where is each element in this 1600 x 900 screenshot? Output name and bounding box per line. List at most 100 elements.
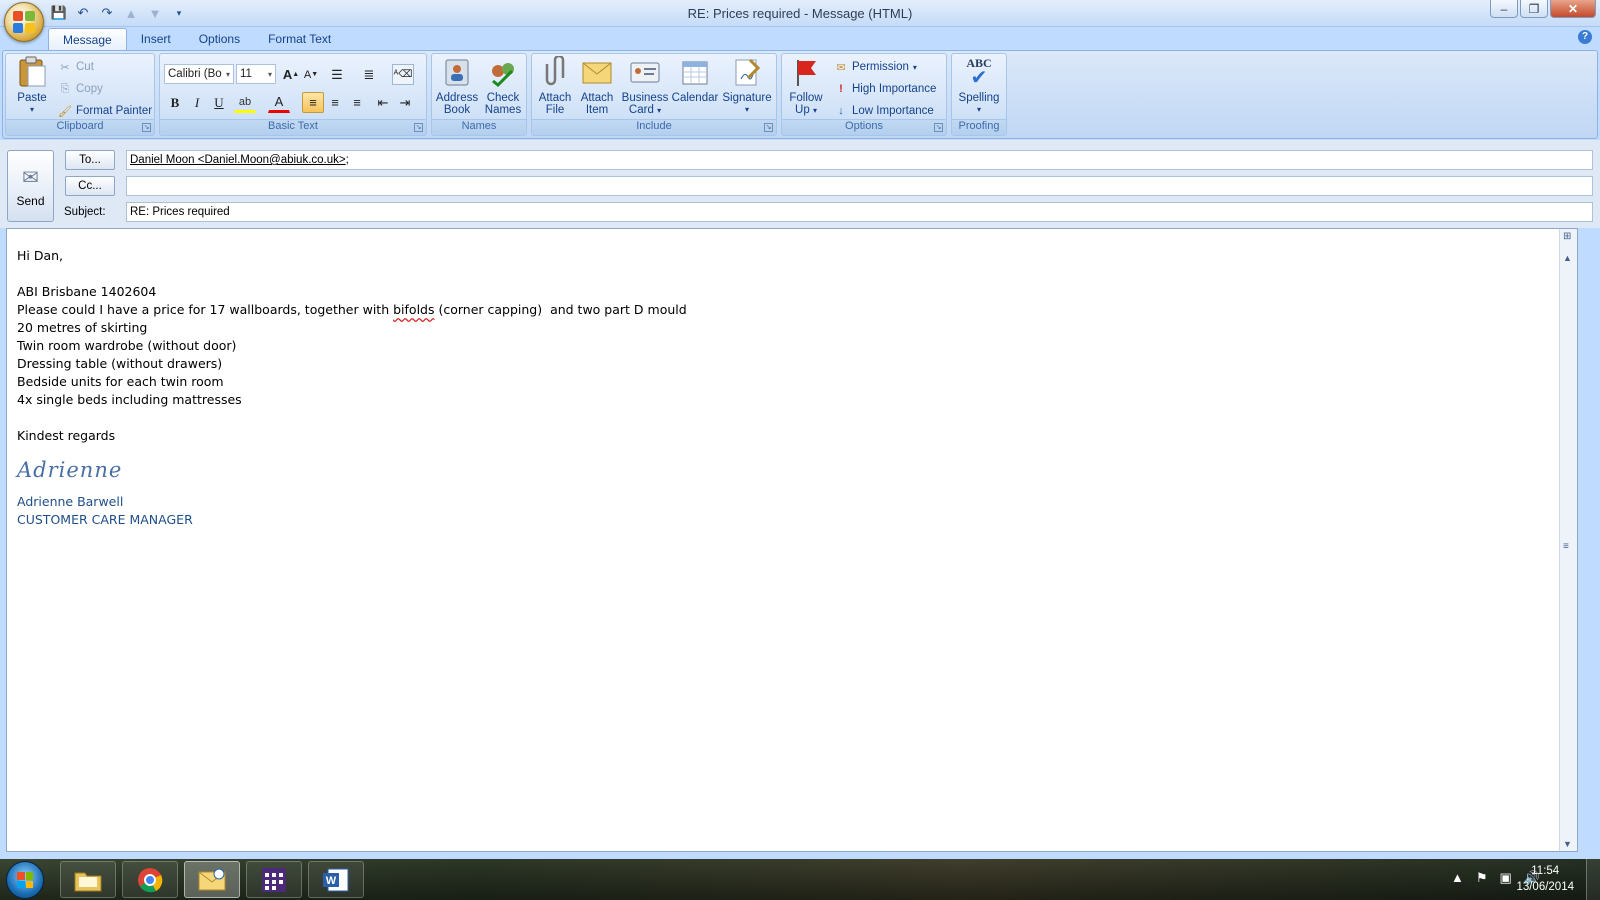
minimize-button[interactable]: – — [1490, 0, 1518, 18]
copy-button[interactable]: ⎘ Copy — [58, 80, 103, 98]
attach-file-label-2: File — [545, 104, 565, 116]
office-button[interactable] — [4, 2, 44, 42]
restore-button[interactable]: ❐ — [1520, 0, 1548, 18]
options-group: Follow Up ▾ ✉ Permission ▾ ! High Importanc… — [781, 53, 947, 136]
dialog-launcher-icon[interactable]: ↘ — [414, 123, 423, 132]
bold-button[interactable]: B — [164, 92, 186, 113]
highlight-icon[interactable]: ab — [234, 92, 256, 113]
attach-file-button[interactable]: Attach File — [534, 56, 576, 116]
shrink-font-icon[interactable]: A ▼ — [300, 64, 322, 85]
address-book-label-2: Book — [443, 104, 471, 116]
cc-field[interactable] — [126, 176, 1593, 196]
dialog-launcher-icon[interactable]: ↘ — [764, 123, 773, 132]
align-center-icon[interactable]: ≡ — [324, 92, 346, 113]
clear-formatting-icon[interactable]: ᴬ⌫ — [392, 64, 414, 85]
numbering-icon[interactable]: ≣ — [358, 64, 380, 85]
send-button[interactable]: ✉ Send — [7, 150, 54, 222]
dialog-launcher-icon[interactable]: ↘ — [934, 123, 943, 132]
follow-up-button[interactable]: Follow Up ▾ — [784, 56, 828, 117]
calendar-button[interactable]: Calendar — [670, 56, 720, 104]
scroll-thumb-icon[interactable]: ≡ — [1563, 541, 1569, 552]
windows-logo-icon — [17, 872, 33, 888]
start-button[interactable] — [6, 861, 44, 899]
message-body[interactable]: Hi Dan, ABI Brisbane 1402604 Please coul… — [6, 228, 1578, 852]
signature-button[interactable]: Signature ▾ — [720, 56, 774, 116]
font-name-combo[interactable]: Calibri (Bo ▾ — [164, 64, 234, 84]
font-size-combo[interactable]: 11 ▾ — [236, 64, 276, 84]
check-names-button[interactable]: Check Names — [480, 56, 526, 116]
attach-item-button[interactable]: Attach Item — [576, 56, 618, 116]
greeting-line: Hi Dan, — [17, 248, 64, 263]
align-right-icon[interactable]: ≡ — [346, 92, 368, 113]
windows-explorer-icon[interactable] — [60, 861, 116, 898]
subject-field[interactable]: RE: Prices required — [126, 202, 1593, 222]
decrease-indent-icon[interactable]: ⇤ — [372, 92, 394, 113]
to-button[interactable]: To... — [65, 150, 115, 170]
align-left-icon[interactable]: ≡ — [302, 92, 324, 113]
copy-icon: ⎘ — [60, 82, 70, 95]
spelling-button[interactable]: ABC ✔ Spelling ▾ — [954, 56, 1004, 116]
list-item: Bedside units for each twin room — [17, 374, 224, 389]
show-hidden-icons-icon[interactable]: ▲ — [1451, 870, 1464, 886]
cut-button[interactable]: ✂ Cut — [58, 58, 94, 76]
format-painter-label: Format Painter — [76, 105, 153, 117]
system-clock[interactable]: 11:54 13/06/2014 — [1516, 863, 1574, 895]
underline-button[interactable]: U — [208, 92, 230, 113]
address-book-label-1: Address — [435, 92, 479, 104]
request-text-2: (corner capping) and two part D mould — [434, 302, 687, 317]
tab-insert[interactable]: Insert — [127, 28, 185, 50]
action-center-flag-icon[interactable]: ⚑ — [1476, 870, 1488, 886]
grow-font-icon[interactable]: A ▲ — [280, 64, 302, 85]
address-book-icon — [441, 56, 473, 88]
outlook-icon[interactable] — [184, 861, 240, 898]
network-icon[interactable]: ▣ — [1500, 870, 1512, 886]
scroll-down-icon[interactable]: ▼ — [1563, 839, 1572, 849]
high-importance-button[interactable]: ! High Importance — [834, 80, 936, 98]
google-chrome-icon[interactable] — [122, 861, 178, 898]
microsoft-word-icon[interactable]: W — [308, 861, 364, 898]
vertical-scrollbar[interactable]: ⊞ ▲ ≡ ▼ — [1559, 229, 1577, 851]
request-text-1: Please could I have a price for 17 wallb… — [17, 302, 394, 317]
clipboard-group: Paste ▾ ✂ Cut ⎘ Copy 🖌 Format Painter Clipb… — [5, 53, 155, 136]
chevron-down-icon: ▾ — [225, 69, 230, 79]
help-icon[interactable]: ? — [1578, 30, 1592, 44]
business-card-button[interactable]: Business Card ▾ — [620, 56, 670, 117]
envelope-icon — [581, 56, 613, 88]
copy-label: Copy — [76, 83, 103, 95]
ruler-toggle-icon[interactable]: ⊞ — [1563, 231, 1571, 242]
calendar-app-icon[interactable] — [246, 861, 302, 898]
proofing-group-label: Proofing — [952, 119, 1006, 135]
paste-button[interactable]: Paste ▾ — [10, 56, 54, 116]
cc-button[interactable]: Cc... — [65, 176, 115, 196]
scroll-up-icon[interactable]: ▲ — [1563, 253, 1572, 263]
increase-indent-icon[interactable]: ⇥ — [394, 92, 416, 113]
follow-up-label-1: Follow — [789, 92, 823, 104]
window-title: RE: Prices required - Message (HTML) — [687, 6, 913, 21]
names-group-label: Names — [432, 119, 526, 135]
scissors-icon: ✂ — [60, 61, 70, 74]
misspelled-word[interactable]: bifolds — [393, 302, 434, 317]
to-field[interactable]: Daniel Moon <Daniel.Moon@abiuk.co.uk>; — [126, 150, 1593, 170]
message-body-text[interactable]: Hi Dan, ABI Brisbane 1402604 Please coul… — [17, 247, 687, 529]
tab-format-text[interactable]: Format Text — [254, 28, 345, 50]
exclamation-icon: ! — [839, 83, 843, 95]
format-painter-button[interactable]: 🖌 Format Painter — [58, 102, 152, 120]
tab-options[interactable]: Options — [185, 28, 254, 50]
recipient-chip[interactable]: Daniel Moon <Daniel.Moon@abiuk.co.uk> — [130, 154, 346, 166]
low-importance-button[interactable]: ↓ Low Importance — [834, 102, 934, 120]
cut-label: Cut — [76, 61, 94, 73]
font-color-icon[interactable]: A — [268, 92, 290, 113]
options-group-label: Options — [782, 119, 946, 135]
address-book-button[interactable]: Address Book — [434, 56, 480, 116]
attach-file-label-1: Attach — [538, 92, 572, 104]
attach-item-label-1: Attach — [580, 92, 614, 104]
business-card-label-1: Business — [621, 92, 669, 104]
tab-message[interactable]: Message — [48, 28, 127, 50]
close-button[interactable]: ✕ — [1550, 0, 1596, 18]
permission-button[interactable]: ✉ Permission ▾ — [834, 58, 917, 76]
business-card-label-2: Card ▾ — [629, 104, 661, 117]
bullets-icon[interactable]: ☰ — [326, 64, 348, 85]
dialog-launcher-icon[interactable]: ↘ — [142, 123, 151, 132]
show-desktop-button[interactable] — [1586, 859, 1600, 900]
italic-button[interactable]: I — [186, 92, 208, 113]
